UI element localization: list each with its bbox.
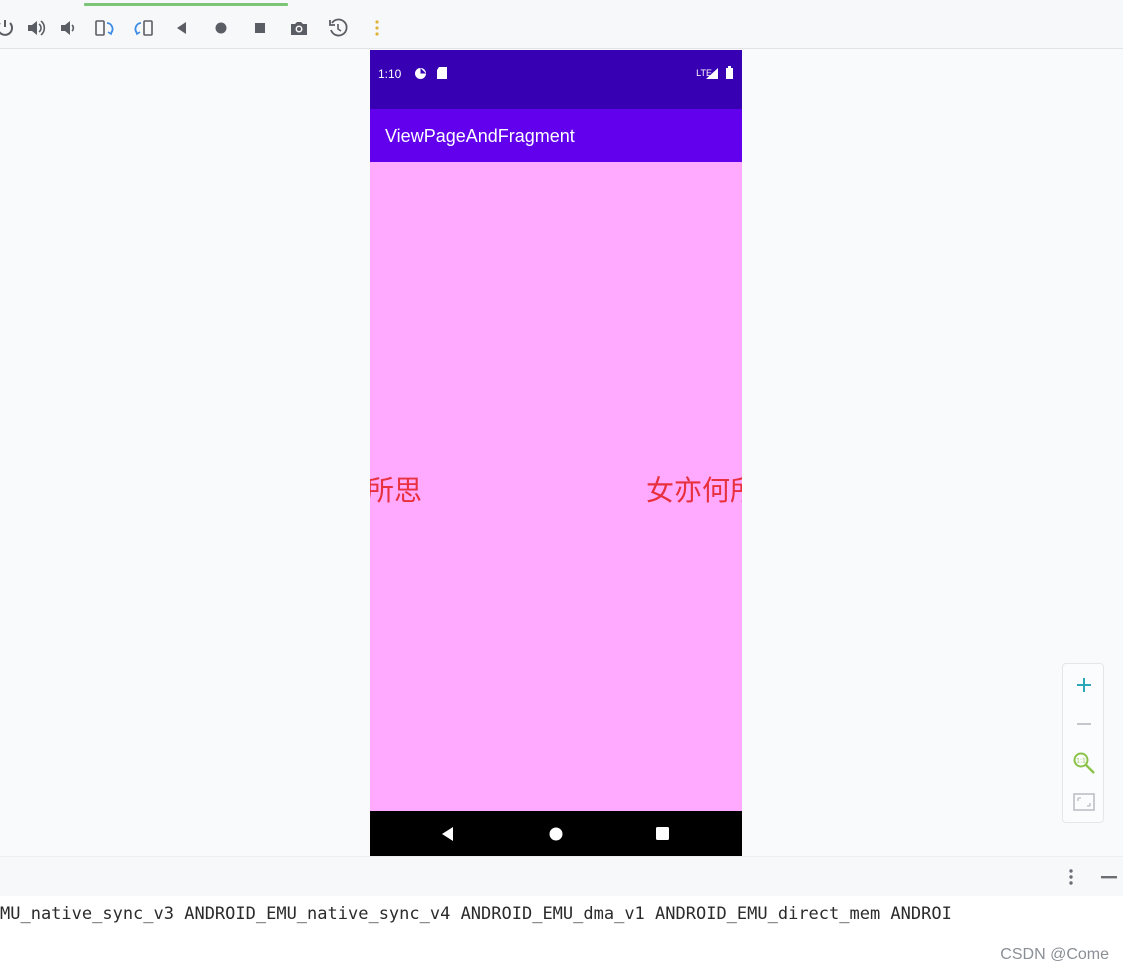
log-output: MU_native_sync_v3 ANDROID_EMU_native_syn… [0,896,1123,972]
back-icon [177,22,186,34]
zoom-controls: 1:1 [1062,663,1104,823]
zoom-actual-size-button[interactable]: 1:1 [1071,750,1097,776]
volume-up-button[interactable] [23,15,49,41]
snapshot-button[interactable] [325,15,351,41]
tool-window-header [0,856,1123,896]
svg-text:1:1: 1:1 [1076,758,1086,765]
back-button[interactable] [169,15,195,41]
power-icon [0,20,13,36]
right-page-text: 女亦何所 [646,474,742,507]
camera-icon [291,22,307,35]
home-icon [215,22,227,34]
rotate-left-button[interactable] [91,15,117,41]
nav-back-icon[interactable] [438,824,458,844]
device-screen[interactable]: 1:10 LTE ViewPageAndFragment 所思 女亦何所 [370,50,742,856]
navigation-bar [370,811,742,856]
watermark: CSDN @Come [1000,946,1109,963]
emulator-toolbar [0,0,1123,49]
more-options-button[interactable] [364,15,390,41]
app-title: ViewPageAndFragment [385,126,575,146]
data-saver-icon [415,68,426,79]
log-line: MU_native_sync_v3 ANDROID_EMU_native_syn… [0,904,952,924]
sd-card-icon [437,67,447,79]
volume-up-icon [28,20,46,36]
volume-down-icon [61,21,75,35]
battery-icon [726,66,733,79]
status-bar: 1:10 LTE [370,50,742,109]
zoom-actual-size-icon: 1:1 [1073,752,1095,774]
zoom-in-icon [1077,678,1091,692]
status-time: 1:10 [378,67,402,81]
more-options-icon[interactable] [1061,867,1081,887]
left-page-text: 所思 [370,474,423,507]
home-button[interactable] [208,15,234,41]
snapshot-icon [329,18,348,37]
minimize-icon[interactable] [1099,867,1119,887]
nav-overview-icon[interactable] [653,824,673,844]
overview-button[interactable] [247,15,273,41]
screenshot-button[interactable] [286,15,312,41]
rotate-right-icon [134,20,153,36]
zoom-fit-button[interactable] [1071,789,1097,815]
zoom-in-button[interactable] [1071,672,1097,698]
app-bar: ViewPageAndFragment [370,109,742,162]
zoom-fit-icon [1073,793,1095,811]
rotate-left-icon [95,20,114,36]
more-vertical-icon [375,20,379,36]
overview-icon [255,23,265,33]
zoom-out-button[interactable] [1071,711,1097,737]
rotate-right-button[interactable] [131,15,157,41]
nav-home-icon[interactable] [546,824,566,844]
view-pager[interactable]: 所思 女亦何所 [370,162,742,811]
zoom-out-icon [1077,723,1091,725]
signal-icon [706,68,718,79]
power-button[interactable] [0,15,18,41]
volume-down-button[interactable] [56,15,82,41]
loading-progress-bar [84,3,288,6]
